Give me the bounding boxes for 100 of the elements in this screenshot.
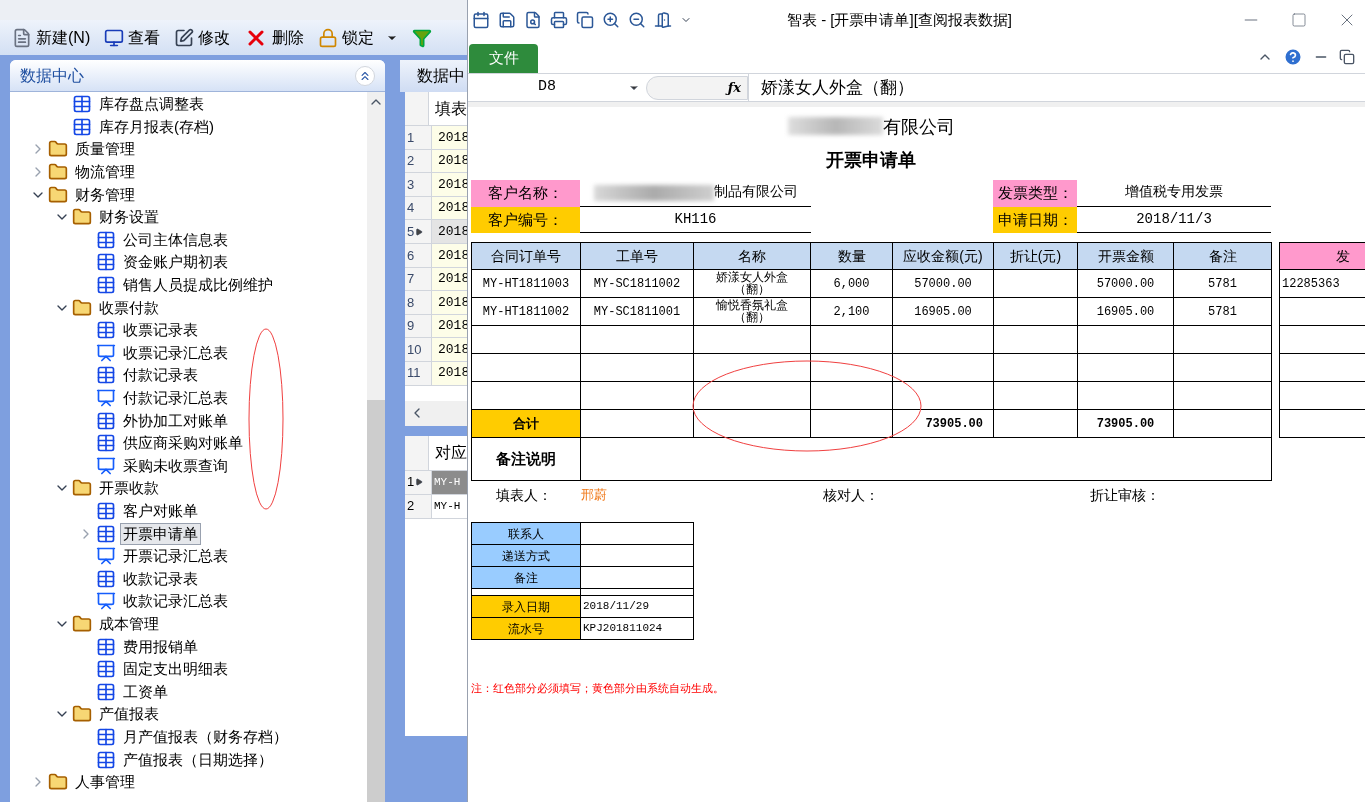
horizontal-scrollbar[interactable] xyxy=(405,400,467,426)
row-header[interactable]: 2 xyxy=(405,149,432,173)
printer-icon[interactable] xyxy=(550,11,568,29)
door-icon[interactable] xyxy=(654,11,672,29)
tree-item[interactable]: 收票付款 xyxy=(96,296,162,319)
row-header[interactable]: 1 xyxy=(405,470,432,494)
tree-item[interactable]: 月产值报表（财务存档） xyxy=(120,725,291,748)
help-icon[interactable] xyxy=(1283,47,1303,67)
table-icon xyxy=(96,229,116,250)
tree-item[interactable]: 外协加工对账单 xyxy=(120,409,231,432)
tree-item[interactable]: 费用报销单 xyxy=(120,635,201,658)
contact-value: KPJ201811024 xyxy=(580,617,694,640)
tree-item[interactable]: 收款记录汇总表 xyxy=(120,590,231,613)
table-cell: 57000.00 xyxy=(892,269,994,298)
row-header[interactable]: 6 xyxy=(405,243,432,267)
table-icon xyxy=(96,410,116,431)
tree-item[interactable]: 采购未收票查询 xyxy=(120,454,231,477)
corner-cell[interactable] xyxy=(405,92,429,125)
folder-icon xyxy=(72,297,92,318)
column-header: 对应 xyxy=(434,442,467,463)
table-icon xyxy=(96,568,116,589)
row-header[interactable]: 10 xyxy=(405,338,432,361)
corner-cell[interactable] xyxy=(405,435,429,470)
panel-tab[interactable]: 数据中 xyxy=(400,60,467,92)
row-header[interactable]: 5 xyxy=(405,220,432,243)
collapse-panel-icon[interactable] xyxy=(355,65,375,86)
field-label: 申请日期： xyxy=(993,206,1077,233)
table-cell: 73905.00 xyxy=(1077,409,1174,438)
zoom-out-icon[interactable] xyxy=(628,11,646,29)
tree-item[interactable]: 物流管理 xyxy=(72,161,138,184)
tree-item[interactable]: 财务管理 xyxy=(72,183,138,206)
tree-item[interactable]: 人事管理 xyxy=(72,771,138,794)
restore-icon[interactable] xyxy=(1339,49,1355,65)
toolbar-button[interactable] xyxy=(412,27,433,48)
table-cell: MY-SC1811002 xyxy=(580,269,694,298)
table-cell: 愉悦香氛礼盒（翻） xyxy=(693,297,811,326)
row-header[interactable]: 9 xyxy=(405,314,432,338)
tree-item[interactable]: 工资单 xyxy=(120,680,171,703)
tree-item[interactable]: 付款记录汇总表 xyxy=(120,387,231,409)
row-header[interactable]: 3 xyxy=(405,173,432,196)
row-header[interactable]: 4 xyxy=(405,196,432,220)
tree-item[interactable]: 付款记录表 xyxy=(120,364,201,387)
toolbar-button[interactable]: 修改 xyxy=(174,25,231,50)
tree-item[interactable]: 库存盘点调整表 xyxy=(96,93,207,116)
scrollbar-thumb[interactable] xyxy=(367,400,385,802)
scrollbar[interactable] xyxy=(367,92,385,802)
folder-icon xyxy=(72,207,92,228)
tree-item[interactable]: 收款记录表 xyxy=(120,567,201,590)
row-header[interactable]: 8 xyxy=(405,291,432,314)
tree-item[interactable]: 收票记录表 xyxy=(120,319,201,342)
tree-item[interactable]: 收票记录汇总表 xyxy=(120,341,231,364)
zoom-in-icon[interactable] xyxy=(602,11,620,29)
row-header[interactable]: 1 xyxy=(405,126,432,149)
tree-item[interactable]: 产值报表 xyxy=(96,703,162,726)
table-icon xyxy=(96,726,116,747)
report-icon xyxy=(96,591,116,612)
table-cell: 6,000 xyxy=(810,269,893,298)
row-header[interactable]: 11 xyxy=(405,361,432,385)
save-icon[interactable] xyxy=(498,11,516,29)
toolbar-button[interactable]: 查看 xyxy=(104,25,161,50)
toolbar-button[interactable]: 删除 xyxy=(244,25,305,50)
name-box[interactable]: D8 xyxy=(468,75,646,100)
file-tab[interactable]: 文件 xyxy=(469,44,538,73)
tree-item[interactable]: 供应商采购对账单 xyxy=(120,432,246,455)
tree-item[interactable]: 开票申请单 xyxy=(120,522,201,545)
tree-item[interactable]: 销售人员提成比例维护 xyxy=(120,274,276,297)
toolbar-button[interactable]: 锁定 xyxy=(318,25,399,50)
column-header: 应收金额(元) xyxy=(892,242,994,270)
tree-item[interactable]: 公司主体信息表 xyxy=(120,228,231,251)
row-header[interactable]: 2 xyxy=(405,494,432,518)
folder-icon xyxy=(48,772,68,793)
tree-item[interactable]: 财务设置 xyxy=(96,206,162,229)
preview-icon[interactable] xyxy=(524,11,542,29)
current-row-icon xyxy=(415,478,424,487)
field-text: 增值税专用发票 xyxy=(1125,183,1223,203)
toolbar-button[interactable]: 新建(N) xyxy=(12,25,91,50)
tree-item[interactable]: 质量管理 xyxy=(72,138,138,161)
report-icon xyxy=(96,455,116,476)
tree-item[interactable]: 资金账户期初表 xyxy=(120,251,231,274)
table-icon xyxy=(96,523,116,544)
tree-item[interactable]: 库存月报表(存档) xyxy=(96,115,217,138)
calendar-icon[interactable] xyxy=(472,11,490,29)
note-text: 注：红色部分必须填写；黄色部分由系统自动生成。 xyxy=(471,681,725,696)
function-icon[interactable]: ƒx xyxy=(727,77,741,98)
cell-reference: D8 xyxy=(538,77,556,98)
folder-icon xyxy=(72,478,92,499)
table-icon xyxy=(96,275,116,296)
folder-icon xyxy=(48,184,68,205)
tree-item[interactable]: 客户对账单 xyxy=(120,500,201,522)
maximize-icon[interactable] xyxy=(1291,12,1307,28)
contact-label: 递送方式 xyxy=(471,544,581,567)
formula-field[interactable]: 娇漾女人外盒（翻） xyxy=(748,73,1365,102)
tree-item[interactable]: 开票收款 xyxy=(96,477,162,500)
contact-label: 录入日期 xyxy=(471,595,581,618)
copy-icon[interactable] xyxy=(576,11,594,29)
tree-item[interactable]: 固定支出明细表 xyxy=(120,658,231,681)
row-header[interactable]: 7 xyxy=(405,267,432,291)
tree-item[interactable]: 产值报表（日期选择） xyxy=(120,748,276,771)
tree-item[interactable]: 成本管理 xyxy=(96,612,162,635)
tree-item[interactable]: 开票记录汇总表 xyxy=(120,545,231,568)
